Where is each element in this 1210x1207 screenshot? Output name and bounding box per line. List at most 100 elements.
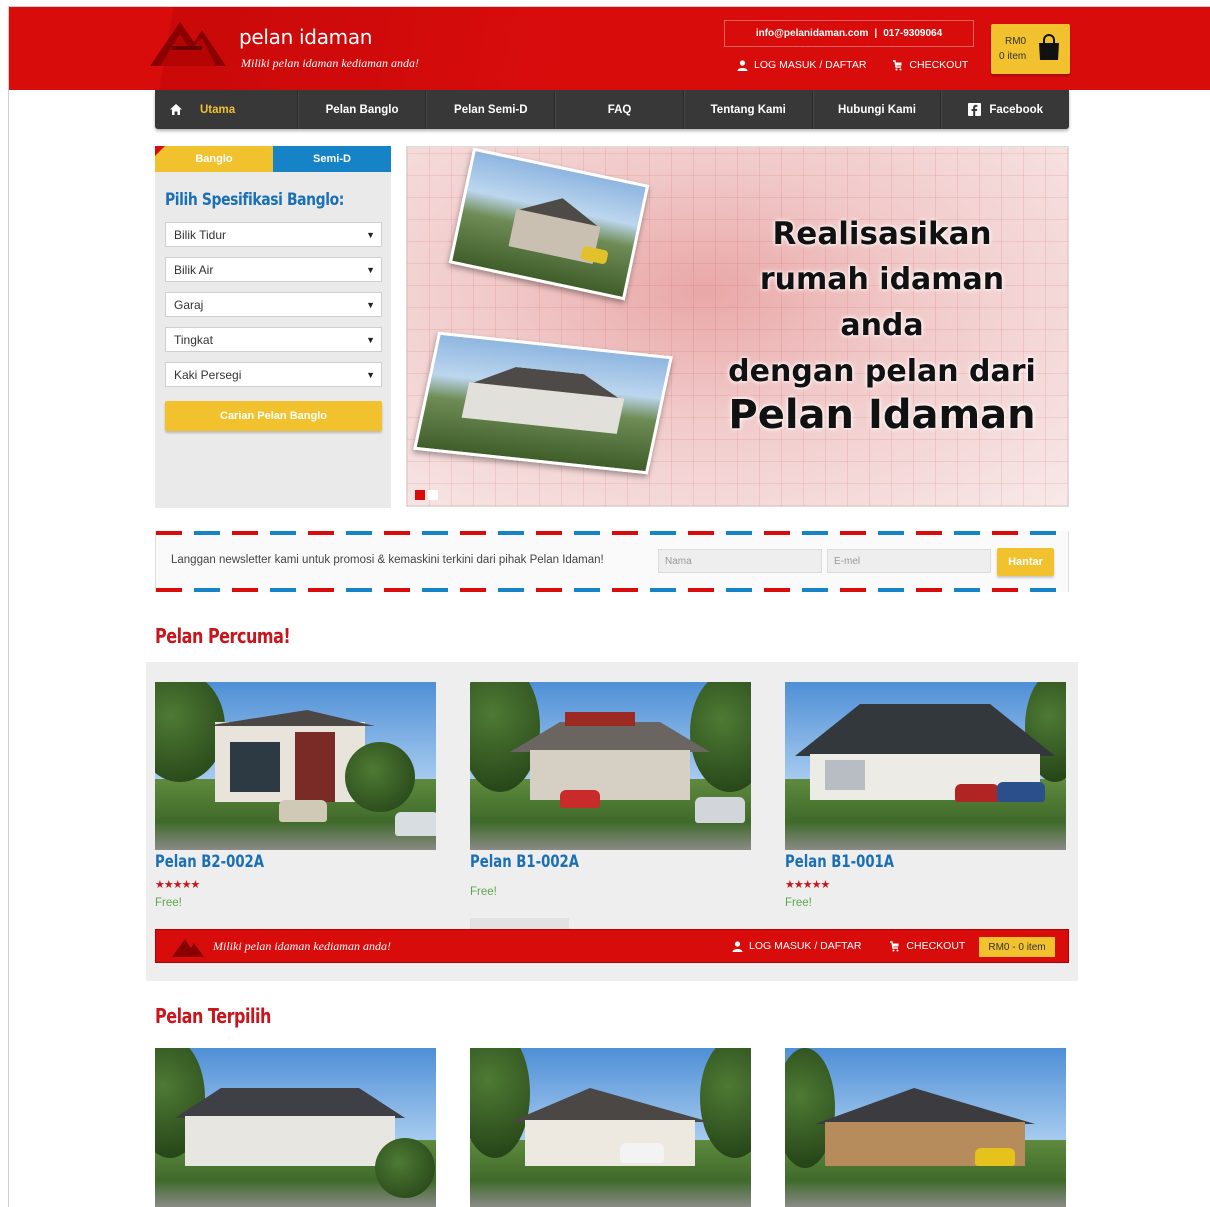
banner-headline: Realisasikan rumah idaman anda dengan pe… <box>717 211 1047 435</box>
nav-label: Hubungi Kami <box>837 103 916 116</box>
nav-item-tentang-kami[interactable]: Tentang Kami <box>683 90 813 129</box>
slider-dot-active[interactable] <box>415 490 425 500</box>
contact-email[interactable]: info@pelanidaman.com <box>756 28 869 39</box>
newsletter-name-input[interactable]: Nama <box>658 549 822 573</box>
hero-slider[interactable]: Realisasikan rumah idaman anda dengan pe… <box>406 146 1069 507</box>
checkout-label: CHECKOUT <box>906 940 966 952</box>
nav-item-pelan-banglo[interactable]: Pelan Banglo <box>297 90 427 129</box>
login-label: LOG MASUK / DAFTAR <box>754 59 867 71</box>
plan-price: Free! <box>470 886 497 898</box>
newsletter-bar: Langgan newsletter kami untuk promosi & … <box>155 531 1069 592</box>
facebook-icon <box>968 103 982 116</box>
select-value: Bilik Air <box>174 262 214 277</box>
nav-item-facebook[interactable]: Facebook <box>941 90 1069 129</box>
select-value: Tingkat <box>174 332 213 347</box>
select-kaki-persegi[interactable]: Kaki Persegi ▼ <box>165 362 382 387</box>
nav-item-faq[interactable]: FAQ <box>555 90 684 129</box>
cart-amount: RM0 <box>1005 36 1027 47</box>
plan-image[interactable] <box>785 682 1066 850</box>
sidebar-title: Pilih Spesifikasi Banglo: <box>165 190 344 210</box>
plan-image[interactable] <box>470 1048 751 1207</box>
select-garaj[interactable]: Garaj ▼ <box>165 292 382 317</box>
header-account-links: LOG MASUK / DAFTAR CHECKOUT <box>737 59 968 71</box>
user-icon <box>732 940 743 952</box>
search-sidebar: Banglo Semi-D Pilih Spesifikasi Banglo: … <box>155 146 391 508</box>
select-value: Garaj <box>174 297 204 312</box>
plan-card[interactable] <box>155 1048 436 1207</box>
caret-down-icon: ▼ <box>366 264 375 275</box>
tab-semi-d[interactable]: Semi-D <box>273 146 391 172</box>
checkout-label: CHECKOUT <box>909 59 969 71</box>
plan-price: Free! <box>155 897 182 909</box>
logo-icon[interactable] <box>150 16 226 66</box>
plan-card[interactable]: Pelan B1-002A Free! <box>470 682 751 898</box>
logo-icon[interactable] <box>172 937 204 957</box>
property-type-tabs: Banglo Semi-D <box>155 146 391 172</box>
site-header: pelan idaman Miliki pelan idaman kediama… <box>9 7 1210 90</box>
cart-widget[interactable]: RM0 0 item <box>991 24 1070 74</box>
newsletter-submit-button[interactable]: Hantar <box>997 548 1054 576</box>
checkout-link[interactable]: CHECKOUT <box>889 940 965 952</box>
plan-card[interactable] <box>785 1048 1066 1207</box>
sticky-tagline: Miliki pelan idaman kediaman anda! <box>213 939 391 953</box>
contact-info: info@pelanidaman.com | 017-9309064 <box>724 20 974 47</box>
select-value: Bilik Tidur <box>174 227 227 242</box>
contact-phone: 017-9309064 <box>883 28 943 39</box>
caret-down-icon: ▼ <box>366 369 375 380</box>
plan-image[interactable] <box>155 1048 436 1207</box>
rating-stars-icon: ★★★★★ <box>785 879 830 891</box>
newsletter-email-input[interactable]: E-mel <box>827 549 991 573</box>
contact-separator: | <box>874 28 878 39</box>
nav-label: Utama <box>200 103 236 116</box>
newsletter-text: Langgan newsletter kami untuk promosi & … <box>171 554 604 566</box>
caret-down-icon: ▼ <box>366 299 375 310</box>
sticky-header-bar: Miliki pelan idaman kediaman anda! LOG M… <box>155 929 1069 963</box>
select-value: Kaki Persegi <box>174 367 242 382</box>
search-banglo-button[interactable]: Carian Pelan Banglo <box>165 401 382 431</box>
section-title-free: Pelan Percuma! <box>155 624 291 648</box>
login-link[interactable]: LOG MASUK / DAFTAR <box>737 59 866 71</box>
cart-icon <box>890 940 899 951</box>
plan-card[interactable]: Pelan B2-002A ★★★★★ Free! <box>155 682 436 909</box>
main-nav: Utama Pelan Banglo Pelan Semi-D FAQ Tent… <box>155 90 1069 129</box>
login-label: LOG MASUK / DAFTAR <box>749 940 862 952</box>
plan-image[interactable] <box>785 1048 1066 1207</box>
login-link[interactable]: LOG MASUK / DAFTAR <box>732 940 861 952</box>
checkout-link[interactable]: CHECKOUT <box>892 59 968 71</box>
banner-line: Pelan Idaman <box>728 392 1036 438</box>
brand-tagline: Miliki pelan idaman kediaman anda! <box>241 56 419 70</box>
nav-label: Pelan Semi-D <box>454 103 528 116</box>
cart-icon <box>893 59 902 70</box>
cart-mini-button[interactable]: RM0 - 0 item <box>979 937 1055 957</box>
slider-dots <box>415 490 438 500</box>
select-bilik-air[interactable]: Bilik Air ▼ <box>165 257 382 282</box>
banner-line: rumah idaman anda <box>759 262 1005 343</box>
banner-house-photo <box>413 331 673 475</box>
plan-name[interactable]: Pelan B1-001A <box>785 852 1004 872</box>
slider-dot[interactable] <box>428 490 438 500</box>
nav-label: Facebook <box>989 103 1044 116</box>
caret-down-icon: ▼ <box>366 334 375 345</box>
nav-label: Pelan Banglo <box>325 103 399 116</box>
plan-name[interactable]: Pelan B1-002A <box>470 852 689 872</box>
nav-item-utama[interactable]: Utama <box>155 90 298 129</box>
nav-label: Tentang Kami <box>710 103 786 116</box>
banner-line: dengan pelan dari <box>728 354 1036 389</box>
home-icon <box>170 104 182 115</box>
plan-card[interactable]: Pelan B1-001A ★★★★★ Free! <box>785 682 1066 909</box>
plan-card[interactable] <box>470 1048 751 1207</box>
section-title-featured: Pelan Terpilih <box>155 1004 271 1028</box>
tab-banglo[interactable]: Banglo <box>155 146 273 172</box>
plan-image[interactable] <box>470 682 751 850</box>
caret-down-icon: ▼ <box>366 229 375 240</box>
select-tingkat[interactable]: Tingkat ▼ <box>165 327 382 352</box>
nav-item-hubungi-kami[interactable]: Hubungi Kami <box>812 90 942 129</box>
rating-stars-icon: ★★★★★ <box>155 879 200 891</box>
nav-item-pelan-semi-d[interactable]: Pelan Semi-D <box>426 90 556 129</box>
plan-name[interactable]: Pelan B2-002A <box>155 852 374 872</box>
select-bilik-tidur[interactable]: Bilik Tidur ▼ <box>165 222 382 247</box>
sticky-account-links: LOG MASUK / DAFTAR CHECKOUT <box>732 940 965 952</box>
plan-image[interactable] <box>155 682 436 850</box>
brand-name[interactable]: pelan idaman <box>239 25 372 49</box>
banner-line: Realisasikan <box>772 216 992 252</box>
